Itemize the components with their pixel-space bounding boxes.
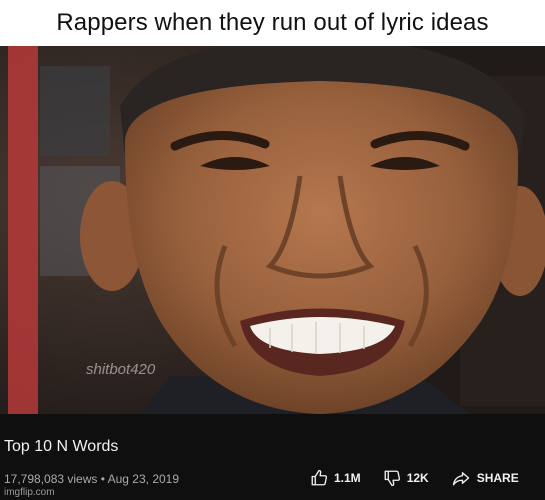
like-button[interactable]: 1.1M <box>310 469 361 487</box>
video-thumbnail[interactable]: shitbot420 <box>0 46 545 414</box>
share-button[interactable]: SHARE <box>451 469 519 487</box>
like-count: 1.1M <box>334 471 361 485</box>
meta-separator: • <box>100 472 105 486</box>
video-meta: 17,798,083 views • Aug 23, 2019 <box>4 472 179 486</box>
thumbs-up-icon <box>311 469 328 486</box>
video-title[interactable]: Top 10 N Words <box>4 438 118 456</box>
face-photo-illustration <box>0 46 545 414</box>
dislike-button[interactable]: 12K <box>383 469 429 487</box>
view-count: 17,798,083 views <box>4 472 98 486</box>
imgflip-credit: imgflip.com <box>4 487 55 498</box>
share-arrow-icon <box>452 472 469 486</box>
action-bar: 1.1M 12K SHARE <box>310 468 541 488</box>
upload-date: Aug 23, 2019 <box>107 472 180 486</box>
dislike-count: 12K <box>406 471 429 485</box>
thumbs-down-icon <box>384 470 400 487</box>
video-info-panel: Top 10 N Words 17,798,083 views • Aug 23… <box>0 414 545 500</box>
share-label: SHARE <box>476 471 519 485</box>
watermark-text: shitbot420 <box>86 361 156 378</box>
meme-caption: Rappers when they run out of lyric ideas <box>56 9 489 36</box>
meme-caption-bar: Rappers when they run out of lyric ideas <box>0 0 545 46</box>
